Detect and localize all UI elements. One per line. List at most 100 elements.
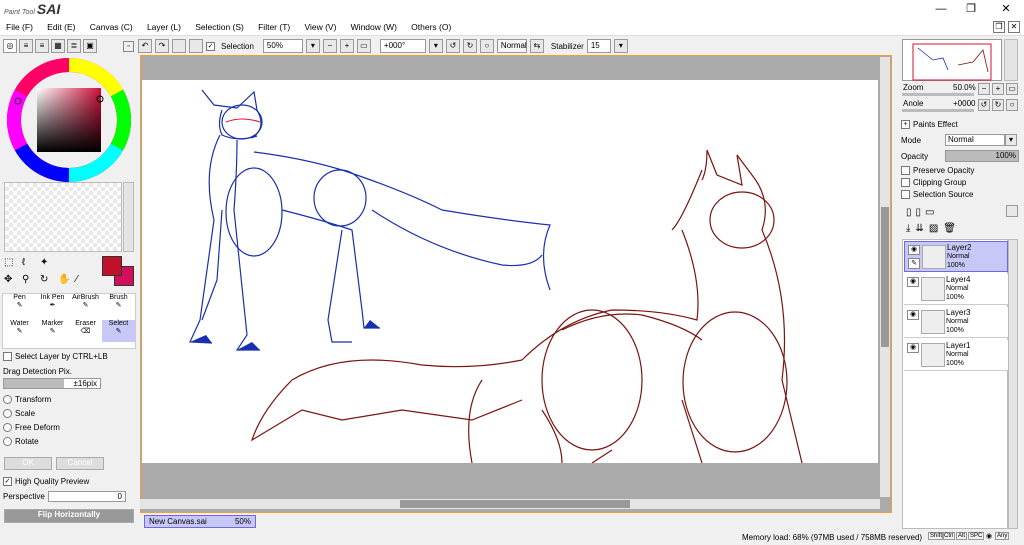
tool-eraser[interactable]: Eraser ⌫ [69,320,102,342]
free-deform-radio[interactable] [3,423,12,433]
paints-effect-header[interactable]: + Paints Effect [901,120,958,130]
vertical-scroll-thumb[interactable] [881,207,889,347]
menu-view[interactable]: View (V) [298,18,342,36]
nav-angle-slider[interactable] [902,109,974,112]
nav-zoom-slider[interactable] [902,93,974,96]
scale-radio[interactable] [3,409,12,419]
hsv-slider-tab-icon[interactable]: ≡ [35,39,49,53]
zoom-dropdown-icon[interactable]: ▾ [305,39,320,53]
ok-button[interactable]: OK [4,457,52,470]
drag-detection-slider[interactable]: ±16pix [3,378,101,389]
selection-source-option[interactable]: Selection Source [901,190,973,200]
zoom-reset-icon[interactable]: ▭ [356,39,371,53]
layer-list-scrollbar[interactable] [1008,239,1018,529]
free-deform-option[interactable]: Free Deform [3,423,60,433]
redo-icon[interactable]: ↷ [155,39,169,53]
new-layer-icon[interactable]: ▯ [906,207,912,218]
tool-pen[interactable]: Pen ✎ [3,294,36,316]
hq-preview-checkbox[interactable]: ✓ [3,477,12,487]
scratchpad-tab-icon[interactable]: ▣ [83,39,97,53]
visibility-eye-icon[interactable]: ◉ [907,343,919,353]
tool-select[interactable]: Select ✎ [102,320,135,342]
lasso-icon[interactable]: ℓ [22,257,25,268]
palette-scrollbar[interactable] [123,182,134,252]
tool-marker[interactable]: Marker ✎ [36,320,69,342]
navigator-scrollbar[interactable] [1004,39,1018,81]
zoom-icon[interactable]: ⚲ [22,274,29,285]
eyedropper-icon[interactable]: ⁄ [76,274,78,285]
close-canvas-icon[interactable]: ✕ [1008,21,1020,33]
layer-menu-icon[interactable] [1006,205,1018,217]
collapse-icon[interactable]: ▫ [123,41,134,52]
selection-source-checkbox[interactable] [901,190,910,200]
menu-layer[interactable]: Layer (L) [141,18,187,36]
clear-layer-icon[interactable]: ▨ [929,223,938,234]
angle-dropdown-icon[interactable]: ▾ [428,39,443,53]
rotate-option[interactable]: Rotate [3,437,39,447]
expand-icon[interactable]: + [901,120,910,130]
color-wheel[interactable] [6,57,132,183]
restore-button[interactable]: ❐ [956,0,986,18]
tool-ink-pen[interactable]: Ink Pen ✒ [36,294,69,316]
nav-rotate-right-icon[interactable]: ↻ [992,99,1004,111]
blend-mode-field[interactable]: Normal [496,39,527,53]
transform-radio[interactable] [3,395,12,405]
primary-color-swatch[interactable] [102,256,122,276]
zoom-in-icon[interactable]: + [339,39,354,53]
preserve-opacity-checkbox[interactable] [901,166,910,176]
horizontal-scroll-thumb[interactable] [400,500,630,508]
angle-field[interactable]: +000° [379,39,426,53]
menu-filter[interactable]: Filter (T) [252,18,296,36]
visibility-eye-icon[interactable]: ◉ [908,245,920,255]
flip-icon[interactable]: ⇆ [529,39,544,53]
tool-airbrush[interactable]: AirBrush ✎ [69,294,102,316]
hq-preview-option[interactable]: ✓ High Quality Preview [3,477,89,487]
hand-icon[interactable]: ✋ [58,274,70,285]
scale-option[interactable]: Scale [3,409,35,419]
rotate-right-icon[interactable]: ↻ [462,39,477,53]
canvas-tab[interactable]: New Canvas.sai 50% [144,515,256,528]
menu-selection[interactable]: Selection (S) [189,18,250,36]
color-wheel-tab-icon[interactable]: ◎ [3,39,17,53]
vertical-scrollbar[interactable] [880,57,890,497]
layer-row[interactable]: ◉ Layer4 Normal 100% [904,274,1008,305]
clipping-group-checkbox[interactable] [901,178,910,188]
nav-rotate-left-icon[interactable]: ↺ [978,99,990,111]
undo-icon[interactable]: ↶ [138,39,152,53]
minimize-button[interactable]: — [926,0,956,18]
stabilizer-field[interactable]: 15 [586,39,611,53]
move-icon[interactable]: ✥ [4,274,12,285]
new-linework-layer-icon[interactable]: ▯ [916,207,922,218]
stabilizer-dropdown-icon[interactable]: ▾ [613,39,628,53]
layer-row[interactable]: ◉ Layer3 Normal 100% [904,307,1008,338]
nav-zoom-in-icon[interactable]: + [992,83,1004,95]
visibility-eye-icon[interactable]: ◉ [907,310,919,320]
tool-water[interactable]: Water ✎ [3,320,36,342]
menu-edit[interactable]: Edit (E) [41,18,81,36]
rotate-left-icon[interactable]: ↺ [445,39,460,53]
rotate-radio[interactable] [3,437,12,447]
menu-canvas[interactable]: Canvas (C) [84,18,139,36]
menu-others[interactable]: Others (O) [405,18,457,36]
new-folder-icon[interactable]: ▭ [925,207,934,218]
transform-option[interactable]: Transform [3,395,51,405]
tool-brush[interactable]: Brush ✎ [102,294,135,316]
user-swatch-tab-icon[interactable]: ≣ [67,39,81,53]
visibility-eye-icon[interactable]: ◉ [907,277,919,287]
delete-layer-icon[interactable]: 🗑 [943,223,956,234]
preserve-opacity-option[interactable]: Preserve Opacity [901,166,974,176]
nav-zoom-out-icon[interactable]: − [978,83,990,95]
mode-dropdown-icon[interactable]: ▾ [1005,134,1017,146]
restore-canvas-icon[interactable]: ❐ [993,21,1005,33]
invert-selection-icon[interactable] [189,39,203,53]
zoom-out-icon[interactable]: − [322,39,337,53]
select-layer-option[interactable]: Select Layer by CTRL+LB [3,352,108,362]
swatches-tab-icon[interactable]: ▦ [51,39,65,53]
rgb-slider-tab-icon[interactable]: ≡ [19,39,33,53]
flip-horizontally-button[interactable]: Flip Horizontally [4,509,134,523]
menu-window[interactable]: Window (W) [345,18,403,36]
selection-checkbox[interactable]: ✓ [206,41,215,51]
perspective-field[interactable]: 0 [48,491,126,502]
rect-select-icon[interactable]: ⬚ [4,257,13,268]
nav-zoom-reset-icon[interactable]: ▭ [1006,83,1018,95]
